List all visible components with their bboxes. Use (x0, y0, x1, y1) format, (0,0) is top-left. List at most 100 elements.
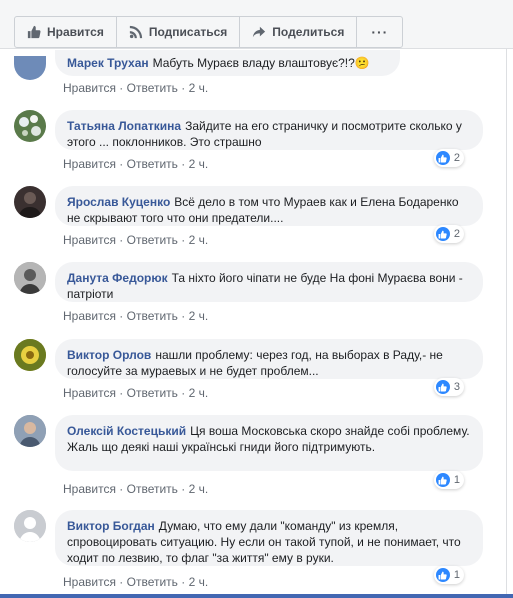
comment-text: Мабуть Мураєв владу влаштовує?!? (152, 56, 355, 70)
reaction-count[interactable]: 3 (433, 378, 464, 396)
like-reaction-icon (435, 227, 450, 241)
comment-author[interactable]: Марек Трухан (67, 56, 149, 70)
rss-icon (129, 25, 142, 39)
comment-author[interactable]: Данута Федорюк (67, 271, 168, 285)
subscribe-button-label: Подписаться (148, 25, 228, 39)
comment-bubble: Данута Федорюк Та ніхто його чіпати не бу… (55, 262, 483, 302)
comment-meta: Нравится · Ответить · 2 ч. (63, 575, 208, 589)
share-arrow-icon (253, 26, 266, 38)
comment-bubble: Олексій Костецький Ця воша Московська ско… (55, 415, 483, 471)
avatar[interactable] (14, 56, 46, 80)
comment-meta: Нравится · Ответить · 2 ч. (63, 309, 208, 323)
like-reaction-icon (435, 151, 450, 165)
avatar-image (14, 339, 46, 371)
avatar[interactable] (14, 510, 46, 542)
comment-meta: Нравится · Ответить · 2 ч. (63, 482, 208, 496)
comment-bubble: Ярослав Куценко Всё дело в том что Мураев… (55, 186, 483, 226)
comment-like-link[interactable]: Нравится (63, 482, 116, 496)
separator: · (119, 482, 124, 496)
comment-reply-link[interactable]: Ответить (127, 309, 178, 323)
separator: · (119, 386, 124, 400)
post-actions-bar: Нравится Подписаться Поделиться ··· (0, 0, 513, 49)
comment-reply-link[interactable]: Ответить (127, 233, 178, 247)
reaction-number: 1 (453, 569, 460, 581)
comment: Олексій Костецький Ця воша Московська ско… (14, 415, 494, 497)
comment-time[interactable]: 2 ч. (189, 575, 209, 589)
comment-time[interactable]: 2 ч. (189, 81, 209, 95)
comment-bubble: Виктор Орлов нашли проблему: через год, н… (55, 339, 483, 379)
panel-border (506, 48, 507, 594)
avatar-image (14, 262, 46, 294)
separator: · (119, 157, 124, 171)
comment-reply-link[interactable]: Ответить (127, 575, 178, 589)
comment: Ярослав Куценко Всё дело в том что Мураев… (14, 186, 494, 252)
like-button[interactable]: Нравится (15, 17, 117, 47)
separator: · (181, 482, 186, 496)
comment-time[interactable]: 2 ч. (189, 482, 209, 496)
comment-reply-link[interactable]: Ответить (127, 157, 178, 171)
reaction-count[interactable]: 2 (433, 149, 464, 167)
taskbar-strip (0, 594, 513, 598)
reaction-count[interactable]: 2 (433, 225, 464, 243)
comment-meta: Нравится · Ответить · 2 ч. (63, 81, 208, 95)
avatar[interactable] (14, 110, 46, 142)
reaction-count[interactable]: 1 (433, 566, 464, 584)
comment-like-link[interactable]: Нравится (63, 575, 116, 589)
comment-time[interactable]: 2 ч. (189, 233, 209, 247)
reaction-number: 2 (453, 152, 460, 164)
comment-author[interactable]: Виктор Орлов (67, 348, 151, 362)
comment-meta: Нравится · Ответить · 2 ч. (63, 157, 208, 171)
comment-like-link[interactable]: Нравится (63, 233, 116, 247)
reaction-count[interactable]: 1 (433, 471, 464, 489)
avatar-image (19, 115, 41, 136)
comment-like-link[interactable]: Нравится (63, 157, 116, 171)
avatar[interactable] (14, 186, 46, 218)
separator: · (119, 309, 124, 323)
post-actions-group: Нравится Подписаться Поделиться ··· (14, 16, 404, 48)
comment: Виктор Богдан Думаю, что ему дали "команд… (14, 510, 494, 592)
separator: · (181, 309, 186, 323)
more-options-button[interactable]: ··· (357, 17, 402, 47)
share-button[interactable]: Поделиться (240, 17, 358, 47)
avatar-image (14, 415, 46, 447)
comment-time[interactable]: 2 ч. (189, 386, 209, 400)
comment-time[interactable]: 2 ч. (189, 157, 209, 171)
emoji: 😕 (354, 56, 370, 70)
comment-bubble: Марек Трухан Мабуть Мураєв владу влаштову… (55, 50, 400, 76)
thumbs-up-icon (27, 25, 41, 39)
comment: Марек Трухан Мабуть Мураєв владу влаштову… (14, 48, 494, 100)
avatar[interactable] (14, 339, 46, 371)
avatar-image (18, 192, 42, 218)
separator: · (181, 157, 186, 171)
comment-reply-link[interactable]: Ответить (127, 81, 178, 95)
comment-like-link[interactable]: Нравится (63, 309, 116, 323)
comment-author[interactable]: Ярослав Куценко (67, 195, 170, 209)
separator: · (181, 233, 186, 247)
comment-time[interactable]: 2 ч. (189, 309, 209, 323)
comment-meta: Нравится · Ответить · 2 ч. (63, 386, 208, 400)
like-reaction-icon (435, 380, 450, 394)
like-reaction-icon (435, 568, 450, 582)
avatar[interactable] (14, 262, 46, 294)
comment-meta: Нравится · Ответить · 2 ч. (63, 233, 208, 247)
comment-author[interactable]: Татьяна Лопаткина (67, 119, 181, 133)
comment-bubble: Виктор Богдан Думаю, что ему дали "команд… (55, 510, 483, 566)
comment: Татьяна Лопаткина Зайдите на его страничк… (14, 110, 494, 176)
separator: · (181, 81, 186, 95)
avatar[interactable] (14, 415, 46, 447)
like-reaction-icon (435, 473, 450, 487)
comment-author[interactable]: Виктор Богдан (67, 519, 155, 533)
comment-reply-link[interactable]: Ответить (127, 386, 178, 400)
comment: Виктор Орлов нашли проблему: через год, н… (14, 339, 494, 405)
comment-like-link[interactable]: Нравится (63, 81, 116, 95)
separator: · (119, 233, 124, 247)
more-options-icon: ··· (371, 24, 389, 40)
subscribe-button[interactable]: Подписаться (117, 17, 241, 47)
default-avatar-icon (14, 510, 46, 542)
comment-author[interactable]: Олексій Костецький (67, 424, 186, 438)
comment-bubble: Татьяна Лопаткина Зайдите на его страничк… (55, 110, 483, 150)
separator: · (181, 575, 186, 589)
comment-reply-link[interactable]: Ответить (127, 482, 178, 496)
reaction-number: 1 (453, 474, 460, 486)
comment-like-link[interactable]: Нравится (63, 386, 116, 400)
